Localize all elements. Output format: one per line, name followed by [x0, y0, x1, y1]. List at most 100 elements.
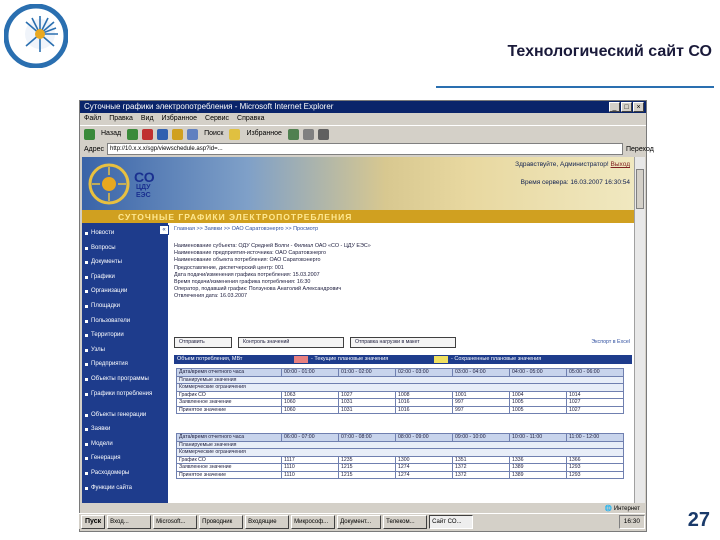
scrollbar-thumb[interactable]: [636, 169, 644, 209]
taskbar-task[interactable]: Вход...: [107, 514, 152, 529]
bullet-icon: [85, 304, 88, 308]
check-values-button[interactable]: Контроль значений: [238, 337, 344, 348]
sidebar-item-label: Узлы: [91, 346, 105, 353]
table-header-cell: 01:00 - 02:00: [338, 368, 396, 377]
sidebar-item-documents[interactable]: Документы: [82, 259, 168, 274]
exit-link[interactable]: Выход: [611, 161, 630, 168]
table-cell: 997: [452, 405, 510, 414]
sidebar-item-questions[interactable]: Вопросы: [82, 245, 168, 260]
table-header-cell: 02:00 - 03:00: [395, 368, 453, 377]
menu-edit[interactable]: Правка: [109, 113, 133, 125]
sidebar-item-generation[interactable]: Генерация: [82, 455, 168, 470]
breadcrumb[interactable]: Главная >> Заявки >> ОАО Саратовэнерго >…: [174, 226, 318, 232]
sidebar-item-program-objects[interactable]: Объекты программы: [82, 376, 168, 391]
search-button[interactable]: Поиск: [202, 128, 225, 140]
export-excel-link[interactable]: Экспорт в Excel: [591, 339, 630, 345]
sidebar-item-requests[interactable]: Заявки: [82, 426, 168, 441]
bullet-icon: [85, 246, 88, 250]
sidebar-item-enterprises[interactable]: Предприятия: [82, 361, 168, 376]
legend-swatch-saved: [434, 356, 448, 363]
bullet-icon: [85, 442, 88, 446]
sidebar-item-nodes[interactable]: Узлы: [82, 347, 168, 362]
menu-tools[interactable]: Сервис: [205, 113, 229, 125]
bullet-icon: [85, 348, 88, 352]
table-header-cell: 07:00 - 08:00: [338, 433, 396, 442]
refresh-icon[interactable]: [157, 128, 169, 140]
table-cell: 1117: [281, 455, 339, 464]
favorites-button[interactable]: Избранное: [244, 128, 283, 140]
table-cell: 1274: [395, 463, 453, 472]
mail-icon[interactable]: [302, 128, 314, 140]
taskbar-task[interactable]: Входящие: [245, 514, 290, 529]
taskbar-task[interactable]: Microsoft...: [153, 514, 198, 529]
windows-taskbar: Пуск Вход... Microsoft... Проводник Вход…: [79, 513, 645, 529]
vertical-scrollbar[interactable]: [634, 157, 645, 503]
sidebar-item-users[interactable]: Пользователи: [82, 318, 168, 333]
sidebar-item-models[interactable]: Модели: [82, 441, 168, 456]
minimize-button[interactable]: _: [609, 102, 620, 112]
sidebar-item-news[interactable]: Новости: [82, 230, 168, 245]
maximize-button[interactable]: □: [621, 102, 632, 112]
table-cell: График СО: [176, 390, 282, 399]
schedule-table-1: Дата/время отчетного часа 00:00 - 01:00 …: [176, 368, 624, 414]
menu-file[interactable]: Файл: [84, 113, 101, 125]
info-line: Наименование объекта потребления: ОАО Са…: [174, 257, 321, 264]
favorites-star-icon[interactable]: [229, 128, 241, 140]
menu-view[interactable]: Вид: [141, 113, 154, 125]
table-cell: 1027: [338, 390, 396, 399]
server-time: Время сервера: 16.03.2007 16:30:54: [520, 179, 630, 186]
bullet-icon: [85, 334, 88, 338]
back-arrow-icon[interactable]: [84, 128, 95, 140]
sidebar-item-organizations[interactable]: Организации: [82, 288, 168, 303]
action-buttons: Отправить Контроль значений Отправка наг…: [174, 337, 456, 348]
address-input[interactable]: http://10.x.x.x/sgp/viewschedule.asp?id=…: [107, 143, 623, 155]
legend-swatch-current: [294, 356, 308, 363]
table-cell: 1063: [281, 390, 339, 399]
menu-help[interactable]: Справка: [237, 113, 264, 125]
sidebar-item-generation-objects[interactable]: Объекты генерации: [82, 412, 168, 427]
taskbar-task[interactable]: Микрософ...: [291, 514, 336, 529]
stop-icon[interactable]: [142, 128, 154, 140]
sun-logo-icon: [88, 163, 130, 205]
sidebar-item-sites[interactable]: Площадки: [82, 303, 168, 318]
history-icon[interactable]: [287, 128, 299, 140]
start-button[interactable]: Пуск: [81, 514, 106, 529]
table-cell: 1008: [395, 390, 453, 399]
sidebar-item-consumption-schedules[interactable]: Графики потребления: [82, 391, 168, 412]
go-button[interactable]: Переход: [626, 146, 654, 153]
sidebar-item-label: Объекты программы: [91, 375, 149, 382]
table-header-cell: 09:00 - 10:00: [452, 433, 510, 442]
bullet-icon: [85, 290, 88, 294]
taskbar-task-active[interactable]: Сайт СО...: [429, 514, 474, 529]
close-button[interactable]: ×: [633, 102, 644, 112]
bullet-icon: [85, 413, 88, 417]
table-header-cell: 00:00 - 01:00: [281, 368, 339, 377]
table-header-cell: Дата/время отчетного часа: [176, 433, 282, 442]
banner-title: СУТОЧНЫЕ ГРАФИКИ ЭЛЕКТРОПОТРЕБЛЕНИЯ: [118, 212, 353, 222]
sidebar-item-site-functions[interactable]: Функции сайта: [82, 485, 168, 500]
forward-arrow-icon[interactable]: [127, 128, 139, 140]
taskbar-task[interactable]: Телеком...: [383, 514, 428, 529]
sidebar-item-schedules[interactable]: Графики: [82, 274, 168, 289]
table-header-cell: 03:00 - 04:00: [452, 368, 510, 377]
send-button[interactable]: Отправить: [174, 337, 232, 348]
table-cell: 1293: [566, 463, 624, 472]
taskbar-task[interactable]: Документ...: [337, 514, 382, 529]
sidebar-item-meters[interactable]: Расходомеры: [82, 470, 168, 485]
table-cell: 1001: [452, 390, 510, 399]
welcome-greeting: Здравствуйте, Администратор!: [515, 161, 609, 168]
taskbar-task[interactable]: Проводник: [199, 514, 244, 529]
sidebar-item-territories[interactable]: Территории: [82, 332, 168, 347]
sidebar-nav: « Новости Вопросы Документы Графики Орга…: [82, 223, 169, 503]
search-icon[interactable]: [187, 128, 199, 140]
home-icon[interactable]: [172, 128, 184, 140]
sidebar-collapse-button[interactable]: «: [159, 225, 169, 235]
send-to-model-button[interactable]: Отправка нагрузки в макет: [350, 337, 456, 348]
sidebar-item-label: Вопросы: [91, 244, 116, 251]
table-subheader-row: Коммерческие ограничения: [176, 383, 624, 392]
menu-favorites[interactable]: Избранное: [162, 113, 197, 125]
table-cell: 1016: [395, 405, 453, 414]
back-button[interactable]: Назад: [99, 128, 123, 140]
table-cell: 1300: [395, 455, 453, 464]
print-icon[interactable]: [317, 128, 329, 140]
